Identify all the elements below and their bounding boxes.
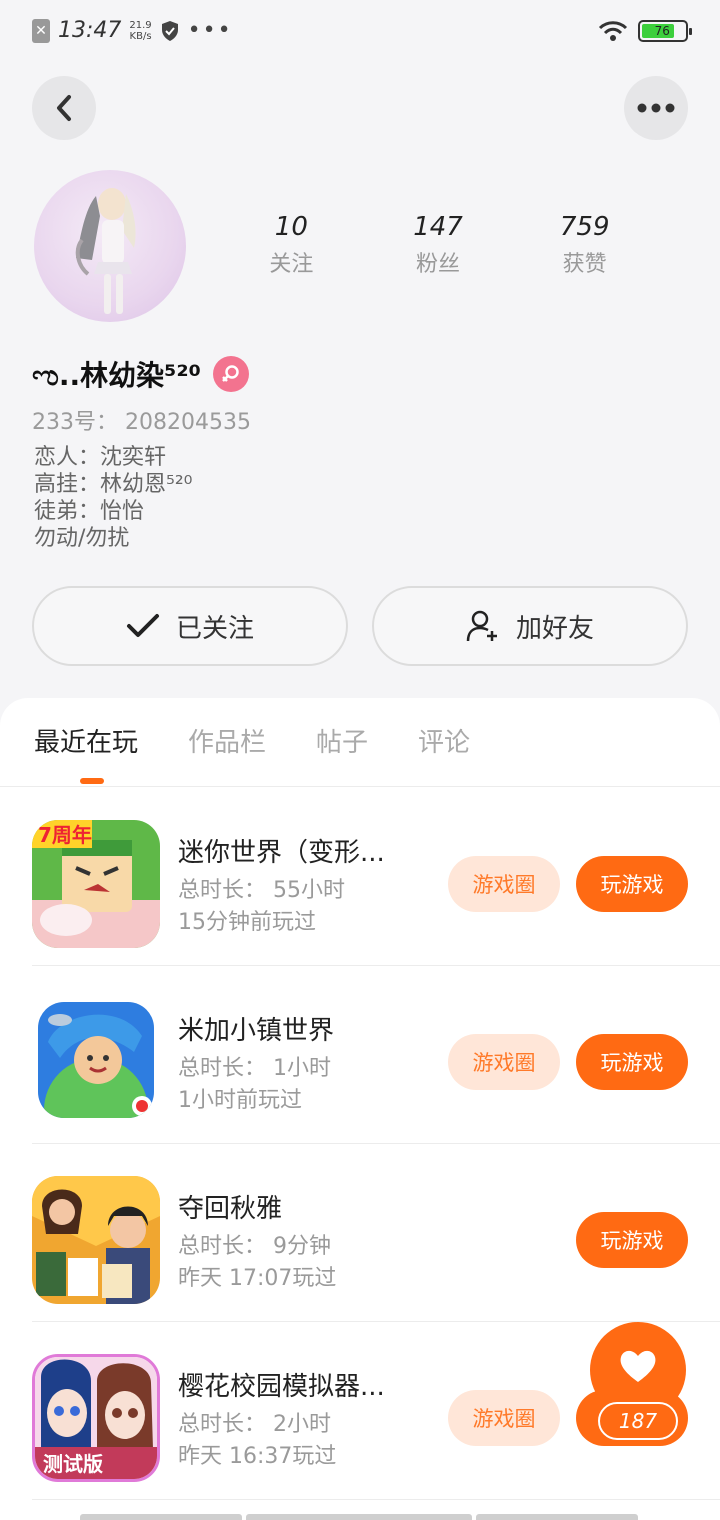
- stat-value: 759: [559, 212, 610, 242]
- play-game-button[interactable]: 玩游戏: [576, 856, 688, 912]
- bio: 恋人：沈奕轩 高挂：林幼恩⁵²⁰ 徒弟：怡怡 勿动/勿扰: [34, 444, 192, 552]
- stat-value: 147: [413, 212, 463, 242]
- heart-icon: [620, 1350, 656, 1382]
- game-circle-button[interactable]: 游戏圈: [448, 856, 560, 912]
- divider: [0, 786, 720, 787]
- divider: [32, 1499, 720, 1500]
- back-button[interactable]: [32, 76, 96, 140]
- game-last-played: 昨天 16:37玩过: [178, 1444, 337, 1469]
- stat-label: 获赞: [562, 252, 607, 277]
- scroll-segment: [476, 1514, 638, 1520]
- network-speed: 21.9 KB/s: [129, 20, 151, 42]
- add-friend-label: 加好友: [515, 613, 594, 644]
- stat-label: 关注: [269, 252, 314, 277]
- game-row-qiuya[interactable]: 夺回秋雅 总时长： 9分钟 昨天 17:07玩过 玩游戏: [0, 1144, 720, 1322]
- bio-line: 徒弟：怡怡: [34, 499, 145, 524]
- scroll-segment: [80, 1514, 242, 1520]
- add-user-icon: [466, 610, 497, 642]
- game-circle-button[interactable]: 游戏圈: [448, 1034, 560, 1090]
- tab-works[interactable]: 作品栏: [188, 722, 266, 759]
- bio-line: 高挂：林幼恩⁵²⁰: [34, 472, 193, 497]
- battery-icon: 76: [638, 20, 692, 42]
- avatar[interactable]: [34, 170, 186, 322]
- play-game-button[interactable]: 玩游戏: [576, 1212, 688, 1268]
- avatar-character-image: [75, 188, 136, 314]
- game-icon-miga-town: [38, 1002, 154, 1118]
- wifi-icon: [598, 21, 628, 41]
- tab-comments[interactable]: 评论: [418, 722, 470, 759]
- play-game-button[interactable]: 玩游戏: [576, 1034, 688, 1090]
- scroll-segment: [246, 1514, 472, 1520]
- network-speed-unit: KB/s: [129, 30, 152, 42]
- stat-fans[interactable]: 147 粉丝: [365, 212, 512, 278]
- game-icon-sakura-school: 测试版: [32, 1354, 160, 1482]
- like-count: 187: [598, 1402, 678, 1440]
- game-name: 樱花校园模拟器...: [178, 1372, 385, 1402]
- add-friend-button[interactable]: 加好友: [372, 586, 688, 666]
- game-badge: 测试版: [43, 1452, 103, 1476]
- game-duration: 总时长： 55小时: [178, 878, 345, 903]
- game-icon-qiuya: [32, 1176, 160, 1304]
- game-name: 迷你世界（变形...: [178, 838, 385, 868]
- game-row-mini-world[interactable]: 7周年 迷你世界（变形... 总时长： 55小时 15分钟前玩过 游戏圈 玩游戏: [0, 788, 720, 966]
- game-icon-mini-world: 7周年: [32, 820, 160, 948]
- username: ಌ..林幼染⁵²⁰: [32, 359, 201, 392]
- status-bar: ✕ 13:47 21.9 KB/s ••• 76: [0, 0, 720, 64]
- stat-value: 10: [274, 212, 308, 242]
- game-last-played: 昨天 17:07玩过: [178, 1266, 337, 1291]
- profile-stats: 10 关注 147 粉丝 759 获赞: [218, 212, 658, 278]
- battery-level: 76: [642, 24, 674, 38]
- stat-likes[interactable]: 759 获赞: [511, 212, 658, 278]
- game-circle-button[interactable]: 游戏圈: [448, 1390, 560, 1446]
- more-options-button[interactable]: [624, 76, 688, 140]
- tab-recently-played[interactable]: 最近在玩: [34, 722, 138, 759]
- profile-tabs: 最近在玩 作品栏 帖子 评论: [34, 722, 470, 759]
- game-duration: 总时长： 1小时: [178, 1056, 331, 1081]
- game-badge: 7周年: [38, 823, 92, 847]
- notification-close-icon: ✕: [32, 18, 50, 43]
- game-duration: 总时长： 9分钟: [178, 1234, 331, 1259]
- check-icon: [126, 614, 159, 637]
- bottom-scroll-indicator: [80, 1514, 638, 1520]
- active-tab-indicator: [80, 778, 104, 784]
- chevron-left-icon: [57, 95, 71, 121]
- more-notifications-icon: •••: [187, 17, 233, 43]
- female-gender-icon: [212, 356, 249, 392]
- game-last-played: 1小时前玩过: [178, 1088, 302, 1113]
- clock-time: 13:47: [58, 18, 122, 43]
- bio-line: 勿动/勿扰: [34, 526, 130, 551]
- stat-label: 粉丝: [416, 252, 461, 277]
- network-speed-value: 21.9: [129, 19, 152, 31]
- followed-label: 已关注: [175, 613, 254, 644]
- bio-line: 恋人：沈奕轩: [34, 445, 167, 470]
- stat-following[interactable]: 10 关注: [218, 212, 365, 278]
- username-row: ಌ..林幼染⁵²⁰: [32, 354, 249, 394]
- more-dots-icon: [637, 103, 675, 113]
- user-id: 233号： 208204535: [32, 410, 251, 435]
- game-last-played: 15分钟前玩过: [178, 910, 316, 935]
- shield-icon: [161, 20, 178, 41]
- game-duration: 总时长： 2小时: [178, 1412, 331, 1437]
- game-name: 夺回秋雅: [178, 1194, 283, 1224]
- tab-posts[interactable]: 帖子: [316, 722, 368, 759]
- followed-button[interactable]: 已关注: [32, 586, 348, 666]
- game-row-miga-town[interactable]: 米加小镇世界 总时长： 1小时 1小时前玩过 游戏圈 玩游戏: [0, 966, 720, 1144]
- game-name: 米加小镇世界: [178, 1016, 335, 1046]
